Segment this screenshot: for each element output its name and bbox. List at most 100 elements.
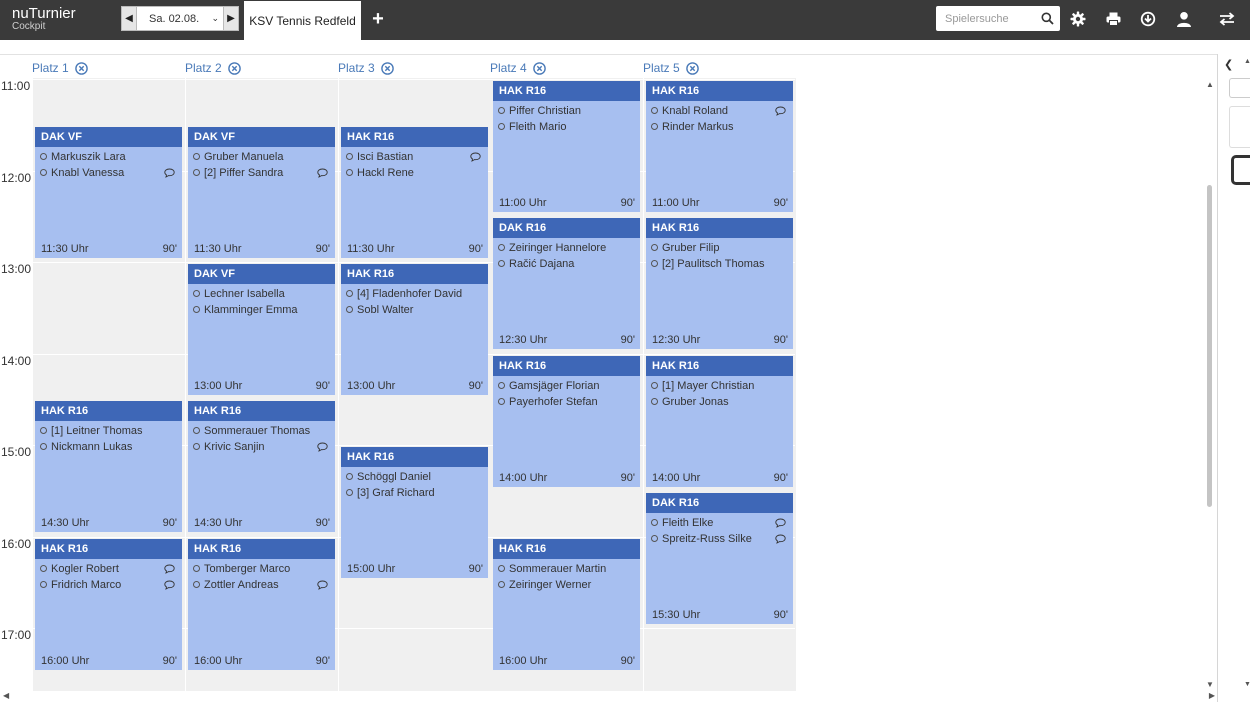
player-row[interactable]: Payerhofer Stefan: [493, 396, 640, 412]
player-row[interactable]: Tomberger Marco: [188, 563, 335, 579]
player-row[interactable]: [1] Mayer Christian: [646, 380, 793, 396]
match-card[interactable]: HAK R16 Sommerauer Thomas Krivic Sanjin 14:…: [188, 401, 335, 532]
player-row[interactable]: Klamminger Emma: [188, 304, 335, 320]
match-card[interactable]: HAK R16 [1] Leitner Thomas Nickmann Lukas 1…: [35, 401, 182, 532]
download-icon[interactable]: [1139, 10, 1157, 28]
player-row[interactable]: Sommerauer Thomas: [188, 425, 335, 441]
circle-icon: [40, 168, 47, 176]
comment-icon[interactable]: [164, 168, 175, 178]
horizontal-scrollbar[interactable]: ◀ ▶: [0, 691, 1217, 702]
scroll-right-icon[interactable]: ▶: [1209, 691, 1215, 700]
player-row[interactable]: Gruber Filip: [646, 242, 793, 258]
player-row[interactable]: Sobl Walter: [341, 304, 488, 320]
player-row[interactable]: Spreitz-Russ Silke: [646, 533, 793, 549]
next-day-button[interactable]: ▶: [223, 6, 239, 31]
scroll-up-icon[interactable]: ▲: [1244, 58, 1250, 65]
court-label[interactable]: Platz 5: [643, 61, 680, 75]
comment-icon[interactable]: [470, 152, 481, 162]
comment-icon[interactable]: [317, 442, 328, 452]
player-row[interactable]: Piffer Christian: [493, 105, 640, 121]
scroll-up-icon[interactable]: ▲: [1206, 80, 1214, 89]
swap-arrows-icon[interactable]: [1218, 10, 1236, 28]
court-label[interactable]: Platz 4: [490, 61, 527, 75]
date-dropdown[interactable]: Sa. 02.08. ⌄: [137, 6, 223, 31]
player-row[interactable]: Fridrich Marco: [35, 579, 182, 595]
court-label[interactable]: Platz 3: [338, 61, 375, 75]
player-row[interactable]: Zottler Andreas: [188, 579, 335, 595]
match-card[interactable]: HAK R16 [1] Mayer Christian Gruber Jonas 14…: [646, 356, 793, 487]
comment-icon[interactable]: [775, 534, 786, 544]
player-row[interactable]: [1] Leitner Thomas: [35, 425, 182, 441]
match-card[interactable]: HAK R16 [4] Fladenhofer David Sobl Walter 1…: [341, 264, 488, 395]
match-card[interactable]: HAK R16 Tomberger Marco Zottler Andreas 16:…: [188, 539, 335, 670]
match-card[interactable]: HAK R16 Gamsjäger Florian Payerhofer Stefa…: [493, 356, 640, 487]
add-tab-button[interactable]: +: [369, 9, 387, 29]
scroll-left-icon[interactable]: ◀: [3, 691, 9, 700]
match-card[interactable]: HAK R16 Piffer Christian Fleith Mario 11:00…: [493, 81, 640, 212]
close-circle-icon[interactable]: [74, 61, 88, 75]
player-row[interactable]: Sommerauer Martin: [493, 563, 640, 579]
player-row[interactable]: Kogler Robert: [35, 563, 182, 579]
comment-icon[interactable]: [164, 580, 175, 590]
player-row[interactable]: Krivic Sanjin: [188, 441, 335, 457]
player-row[interactable]: Lechner Isabella: [188, 288, 335, 304]
panel-scrollbar[interactable]: ▲ ▼: [1244, 58, 1250, 688]
player-row[interactable]: Schöggl Daniel: [341, 471, 488, 487]
match-card[interactable]: HAK R16 Isci Bastian Hackl Rene 11:30 Uhr 90…: [341, 127, 488, 258]
player-row[interactable]: Gruber Jonas: [646, 396, 793, 412]
search-icon[interactable]: [1041, 12, 1054, 25]
player-row[interactable]: Gamsjäger Florian: [493, 380, 640, 396]
player-row[interactable]: Nickmann Lukas: [35, 441, 182, 457]
scroll-down-icon[interactable]: ▼: [1244, 681, 1250, 688]
match-card[interactable]: DAK VF Markuszik Lara Knabl Vanessa 11:30 U…: [35, 127, 182, 258]
player-row[interactable]: [2] Paulitsch Thomas: [646, 258, 793, 274]
match-card[interactable]: HAK R16 Schöggl Daniel [3] Graf Richard 15:…: [341, 447, 488, 578]
match-card[interactable]: HAK R16 Sommerauer Martin Zeiringer Werner…: [493, 539, 640, 670]
player-row[interactable]: Knabl Vanessa: [35, 167, 182, 183]
gear-icon[interactable]: [1069, 10, 1087, 28]
search-input[interactable]: [945, 12, 1035, 25]
match-footer: 11:00 Uhr 90': [499, 197, 635, 209]
close-circle-icon[interactable]: [227, 61, 241, 75]
print-icon[interactable]: [1104, 10, 1122, 28]
prev-day-button[interactable]: ◀: [121, 6, 137, 31]
chevron-left-icon[interactable]: ❮: [1224, 58, 1233, 71]
court-label[interactable]: Platz 1: [32, 61, 69, 75]
player-row[interactable]: Hackl Rene: [341, 167, 488, 183]
comment-icon[interactable]: [775, 518, 786, 528]
comment-icon[interactable]: [317, 580, 328, 590]
scroll-down-icon[interactable]: ▼: [1206, 680, 1214, 689]
player-row[interactable]: Knabl Roland: [646, 105, 793, 121]
match-card[interactable]: HAK R16 Gruber Filip [2] Paulitsch Thomas 1…: [646, 218, 793, 349]
player-row[interactable]: [4] Fladenhofer David: [341, 288, 488, 304]
player-row[interactable]: Gruber Manuela: [188, 151, 335, 167]
player-row[interactable]: Zeiringer Hannelore: [493, 242, 640, 258]
comment-icon[interactable]: [164, 564, 175, 574]
player-row[interactable]: [3] Graf Richard: [341, 487, 488, 503]
app-logo[interactable]: nuTurnier Cockpit: [12, 6, 76, 32]
scrollbar-thumb[interactable]: [1207, 185, 1212, 507]
player-row[interactable]: Zeiringer Werner: [493, 579, 640, 595]
close-circle-icon[interactable]: [532, 61, 546, 75]
player-row[interactable]: Rinder Markus: [646, 121, 793, 137]
match-card[interactable]: DAK VF Gruber Manuela [2] Piffer Sandra 11:…: [188, 127, 335, 258]
close-circle-icon[interactable]: [685, 61, 699, 75]
vertical-scrollbar[interactable]: ▲ ▼: [1203, 78, 1216, 691]
court-label[interactable]: Platz 2: [185, 61, 222, 75]
comment-icon[interactable]: [317, 168, 328, 178]
player-row[interactable]: Isci Bastian: [341, 151, 488, 167]
match-card[interactable]: HAK R16 Knabl Roland Rinder Markus 11:00 Uh…: [646, 81, 793, 212]
match-card[interactable]: DAK VF Lechner Isabella Klamminger Emma 13:…: [188, 264, 335, 395]
player-row[interactable]: Fleith Elke: [646, 517, 793, 533]
player-row[interactable]: Markuszik Lara: [35, 151, 182, 167]
player-row[interactable]: Fleith Mario: [493, 121, 640, 137]
player-row[interactable]: [2] Piffer Sandra: [188, 167, 335, 183]
tab-tournament[interactable]: KSV Tennis Redfeld: [244, 1, 361, 40]
match-card[interactable]: HAK R16 Kogler Robert Fridrich Marco 16:00 …: [35, 539, 182, 670]
match-card[interactable]: DAK R16 Fleith Elke Spreitz-Russ Silke 15:3…: [646, 493, 793, 624]
comment-icon[interactable]: [775, 106, 786, 116]
player-row[interactable]: Račić Dajana: [493, 258, 640, 274]
match-card[interactable]: DAK R16 Zeiringer Hannelore Račić Dajana 12…: [493, 218, 640, 349]
close-circle-icon[interactable]: [380, 61, 394, 75]
user-icon[interactable]: [1175, 10, 1193, 28]
